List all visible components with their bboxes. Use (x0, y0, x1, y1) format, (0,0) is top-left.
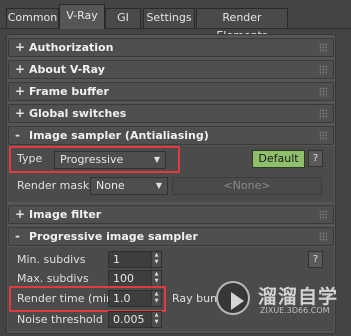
grip-icon[interactable] (319, 109, 327, 119)
max-subdivs-label: Max. subdivs (17, 272, 89, 285)
noise-threshold-label: Noise threshold (17, 313, 103, 326)
rollout-image-sampler[interactable]: - Image sampler (Antialiasing) (8, 126, 334, 145)
render-time-highlight (9, 286, 166, 312)
render-mask-dropdown[interactable]: None ▼ (90, 177, 168, 195)
noise-threshold-spinner[interactable]: 0.005 ▲ ▼ (108, 311, 162, 328)
max-subdivs-spinner[interactable]: 100 ▲ ▼ (108, 270, 162, 287)
help-button[interactable]: ? (308, 150, 323, 167)
watermark-logo: 溜溜自学 ZIXUE.3D66.COM (214, 279, 349, 319)
spinner-arrows-icon[interactable]: ▲ ▼ (151, 312, 161, 327)
rollout-title: Authorization (29, 41, 114, 54)
spinner-arrows-icon[interactable]: ▲ ▼ (151, 271, 161, 286)
tab-divider (0, 28, 351, 29)
tab-render-elements[interactable]: Render Elements (196, 8, 288, 42)
rollout-title: Frame buffer (29, 85, 109, 98)
rollout-authorization[interactable]: + Authorization (8, 38, 334, 57)
expand-icon: + (15, 62, 26, 76)
min-subdivs-spinner[interactable]: 1 ▲ ▼ (108, 251, 162, 268)
spinner-value: 100 (113, 272, 134, 285)
ray-bundle-label: Ray bun (172, 292, 218, 305)
type-highlight (9, 146, 180, 173)
grip-icon[interactable] (319, 65, 327, 75)
progressive-help-button[interactable]: ? (308, 251, 323, 268)
rollout-title: Image filter (29, 208, 102, 221)
collapse-icon: - (15, 229, 20, 243)
rollout-title: Global switches (29, 107, 127, 120)
rollout-title: Image sampler (Antialiasing) (29, 129, 209, 142)
grip-icon[interactable] (319, 232, 327, 242)
expand-icon: + (15, 84, 26, 98)
rollout-title: Progressive image sampler (29, 230, 198, 243)
rollout-image-filter[interactable]: + Image filter (8, 205, 334, 224)
grip-icon[interactable] (319, 87, 327, 97)
rollout-about-vray[interactable]: + About V-Ray (8, 60, 334, 79)
chevron-down-icon: ▼ (155, 181, 162, 190)
expand-icon: + (15, 40, 26, 54)
default-button[interactable]: Default (252, 150, 305, 168)
rollout-frame-buffer[interactable]: + Frame buffer (8, 82, 334, 101)
render-mask-label: Render mask (17, 179, 90, 192)
spinner-arrows-icon[interactable]: ▲ ▼ (151, 252, 161, 267)
tab-settings[interactable]: Settings (143, 8, 195, 28)
spinner-value: 0.005 (113, 313, 145, 326)
rollout-global-switches[interactable]: + Global switches (8, 104, 334, 123)
expand-icon: + (15, 207, 26, 221)
play-logo-icon (216, 281, 250, 315)
collapse-icon: - (15, 128, 20, 142)
expand-icon: + (15, 106, 26, 120)
rollout-progressive-sampler[interactable]: - Progressive image sampler (8, 227, 334, 246)
grip-icon[interactable] (319, 131, 327, 141)
dropdown-value: None (96, 179, 125, 192)
grip-icon[interactable] (319, 210, 327, 220)
render-mask-object-field: <None> (172, 177, 322, 195)
tab-vray[interactable]: V-Ray (59, 4, 105, 29)
tab-strip: Common V-Ray GI Settings Render Elements (0, 0, 351, 42)
min-subdivs-label: Min. subdivs (17, 253, 86, 266)
tab-gi[interactable]: GI (105, 8, 141, 28)
spinner-value: 1 (113, 253, 120, 266)
grip-icon[interactable] (319, 43, 327, 53)
rollout-title: About V-Ray (29, 63, 105, 76)
watermark-title: 溜溜自学 (258, 286, 339, 308)
tab-common[interactable]: Common (6, 8, 59, 28)
watermark-subtitle: ZIXUE.3D66.COM (260, 306, 330, 315)
